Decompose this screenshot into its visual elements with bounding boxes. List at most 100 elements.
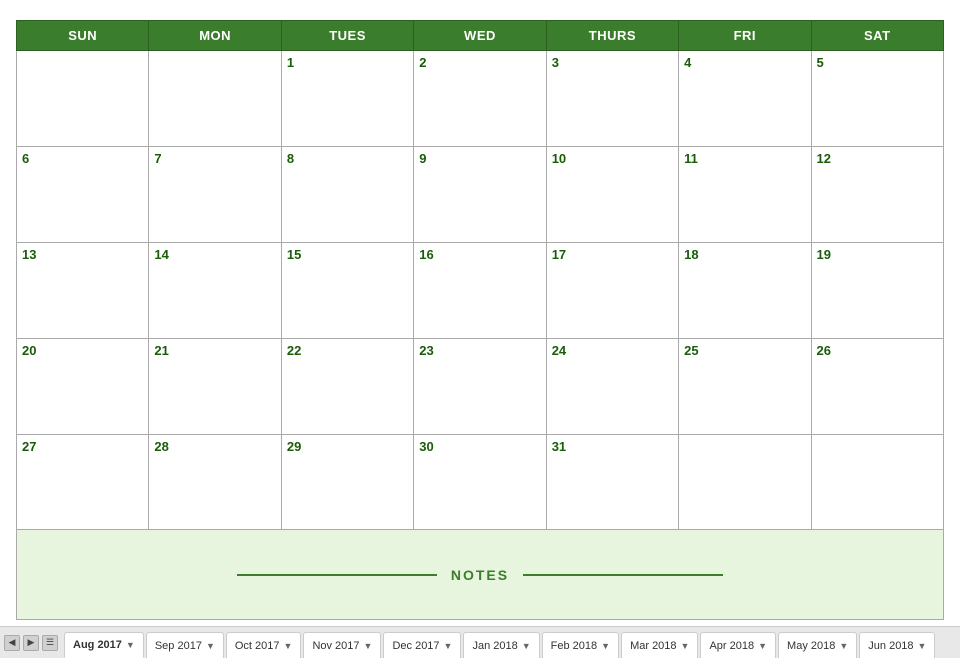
sheet-tab-nov-2017[interactable]: Nov 2017 ▼: [303, 632, 381, 658]
sheet-tab-jun-2018[interactable]: Jun 2018 ▼: [859, 632, 935, 658]
day-number: 21: [154, 343, 168, 358]
tab-dropdown-arrow[interactable]: ▼: [284, 641, 293, 651]
day-number: 25: [684, 343, 698, 358]
tab-label: Dec 2017: [392, 640, 439, 652]
day-cell[interactable]: 1: [281, 51, 413, 147]
day-cell[interactable]: 2: [414, 51, 546, 147]
tab-dropdown-arrow[interactable]: ▼: [126, 640, 135, 650]
notes-row: NOTES: [17, 530, 944, 620]
tab-dropdown-arrow[interactable]: ▼: [522, 641, 531, 651]
day-cell[interactable]: 22: [281, 338, 413, 434]
weekday-sat: SAT: [811, 21, 943, 51]
day-cell[interactable]: [17, 51, 149, 147]
day-cell[interactable]: [811, 434, 943, 530]
day-number: 5: [817, 55, 824, 70]
day-number: 1: [287, 55, 294, 70]
tab-dropdown-arrow[interactable]: ▼: [681, 641, 690, 651]
day-number: 18: [684, 247, 698, 262]
tab-dropdown-arrow[interactable]: ▼: [444, 641, 453, 651]
tab-dropdown-arrow[interactable]: ▼: [918, 641, 927, 651]
tab-label: Oct 2017: [235, 640, 280, 652]
sheet-tab-sep-2017[interactable]: Sep 2017 ▼: [146, 632, 224, 658]
day-number: 22: [287, 343, 301, 358]
tab-label: May 2018: [787, 640, 835, 652]
day-cell[interactable]: 30: [414, 434, 546, 530]
day-number: 27: [22, 439, 36, 454]
tab-dropdown-arrow[interactable]: ▼: [758, 641, 767, 651]
day-number: 10: [552, 151, 566, 166]
day-cell[interactable]: 20: [17, 338, 149, 434]
day-cell[interactable]: 25: [679, 338, 811, 434]
tab-scroll-right[interactable]: ▶: [23, 635, 39, 651]
day-cell[interactable]: 21: [149, 338, 281, 434]
day-cell[interactable]: [679, 434, 811, 530]
day-cell[interactable]: 11: [679, 146, 811, 242]
sheet-tab-oct-2017[interactable]: Oct 2017 ▼: [226, 632, 302, 658]
day-cell[interactable]: 18: [679, 242, 811, 338]
tab-label: Jun 2018: [868, 640, 913, 652]
sheet-tab-jan-2018[interactable]: Jan 2018 ▼: [463, 632, 539, 658]
tab-label: Feb 2018: [551, 640, 597, 652]
sheet-tab-aug-2017[interactable]: Aug 2017 ▼: [64, 632, 144, 658]
day-number: 11: [684, 151, 698, 166]
notes-label: NOTES: [451, 567, 509, 583]
day-number: 23: [419, 343, 433, 358]
notes-inner: NOTES: [22, 567, 938, 583]
tab-dropdown-arrow[interactable]: ▼: [839, 641, 848, 651]
day-cell[interactable]: 13: [17, 242, 149, 338]
tab-label: Aug 2017: [73, 639, 122, 651]
day-cell[interactable]: [149, 51, 281, 147]
sheet-tab-dec-2017[interactable]: Dec 2017 ▼: [383, 632, 461, 658]
day-cell[interactable]: 31: [546, 434, 678, 530]
sheet-tab-apr-2018[interactable]: Apr 2018▼: [700, 632, 776, 658]
day-cell[interactable]: 17: [546, 242, 678, 338]
day-cell[interactable]: 24: [546, 338, 678, 434]
day-cell[interactable]: 15: [281, 242, 413, 338]
day-cell[interactable]: 28: [149, 434, 281, 530]
tab-label: Nov 2017: [312, 640, 359, 652]
day-number: 6: [22, 151, 29, 166]
notes-line-left: [237, 574, 437, 576]
day-cell[interactable]: 5: [811, 51, 943, 147]
day-cell[interactable]: 8: [281, 146, 413, 242]
day-number: 14: [154, 247, 168, 262]
day-number: 29: [287, 439, 301, 454]
calendar-table: SUNMONTUESWEDTHURSFRISAT 123456789101112…: [16, 20, 944, 620]
tab-dropdown-arrow[interactable]: ▼: [206, 641, 215, 651]
day-cell[interactable]: 19: [811, 242, 943, 338]
day-cell[interactable]: 26: [811, 338, 943, 434]
weekday-wed: WED: [414, 21, 546, 51]
sheet-tab-may-2018[interactable]: May 2018 ▼: [778, 632, 857, 658]
day-number: 30: [419, 439, 433, 454]
day-cell[interactable]: 4: [679, 51, 811, 147]
tab-label: Sep 2017: [155, 640, 202, 652]
day-cell[interactable]: 12: [811, 146, 943, 242]
tab-dropdown-arrow[interactable]: ▼: [364, 641, 373, 651]
day-cell[interactable]: 3: [546, 51, 678, 147]
day-cell[interactable]: 14: [149, 242, 281, 338]
day-number: 12: [817, 151, 831, 166]
tab-menu[interactable]: ☰: [42, 635, 58, 651]
notes-line-right: [523, 574, 723, 576]
day-cell[interactable]: 16: [414, 242, 546, 338]
day-cell[interactable]: 7: [149, 146, 281, 242]
tab-label: Jan 2018: [472, 640, 517, 652]
day-number: 3: [552, 55, 559, 70]
day-cell[interactable]: 23: [414, 338, 546, 434]
tab-scroll-left[interactable]: ◀: [4, 635, 20, 651]
day-cell[interactable]: 29: [281, 434, 413, 530]
weekday-sun: SUN: [17, 21, 149, 51]
sheet-tab-feb-2018[interactable]: Feb 2018 ▼: [542, 632, 619, 658]
day-cell[interactable]: 10: [546, 146, 678, 242]
day-number: 7: [154, 151, 161, 166]
day-number: 16: [419, 247, 433, 262]
day-number: 2: [419, 55, 426, 70]
day-number: 8: [287, 151, 294, 166]
day-cell[interactable]: 6: [17, 146, 149, 242]
tab-dropdown-arrow[interactable]: ▼: [601, 641, 610, 651]
day-number: 17: [552, 247, 566, 262]
day-cell[interactable]: 9: [414, 146, 546, 242]
day-cell[interactable]: 27: [17, 434, 149, 530]
sheet-tab-mar-2018[interactable]: Mar 2018▼: [621, 632, 698, 658]
day-number: 13: [22, 247, 36, 262]
